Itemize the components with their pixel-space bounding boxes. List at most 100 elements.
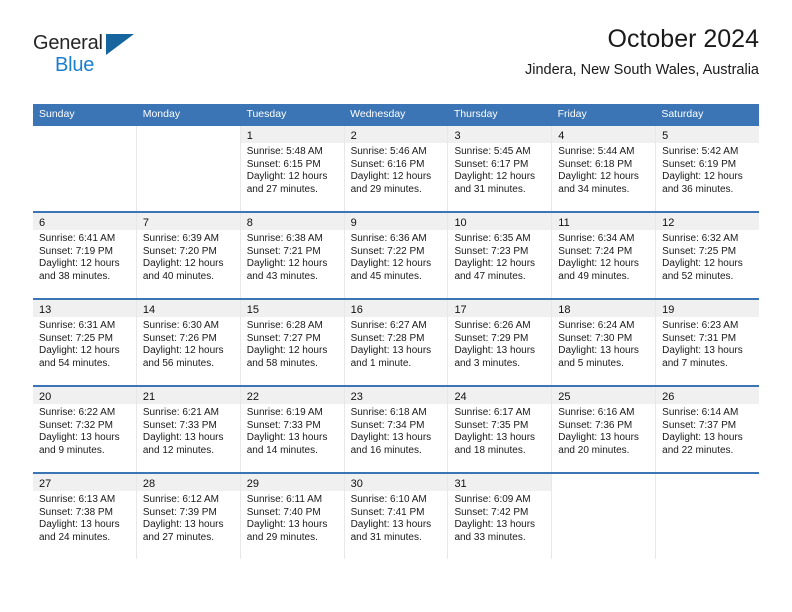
day-details: Sunrise: 6:12 AM Sunset: 7:39 PM Dayligh…	[137, 491, 240, 544]
day-cell[interactable]: 12 Sunrise: 6:32 AM Sunset: 7:25 PM Dayl…	[655, 213, 760, 298]
day-number: 1	[246, 130, 253, 142]
daylight-line-1: Daylight: 13 hours	[350, 519, 432, 531]
day-number: 3	[454, 130, 461, 142]
sunset-line: Sunset: 7:31 PM	[662, 332, 737, 344]
weekday-header-saturday: Saturday	[661, 108, 704, 120]
daylight-line-1: Daylight: 13 hours	[350, 345, 432, 357]
daylight-line-2: and 40 minutes.	[142, 270, 215, 282]
daylight-line-1: Daylight: 12 hours	[246, 258, 328, 270]
day-number: 12	[662, 217, 675, 229]
day-cell[interactable]: 3 Sunrise: 5:45 AM Sunset: 6:17 PM Dayli…	[447, 126, 552, 211]
day-cell[interactable]: 31 Sunrise: 6:09 AM Sunset: 7:42 PM Dayl…	[447, 474, 552, 559]
day-number: 7	[142, 217, 149, 229]
day-number: 5	[662, 130, 669, 142]
day-cell[interactable]: 17 Sunrise: 6:26 AM Sunset: 7:29 PM Dayl…	[447, 300, 552, 385]
day-number-band: 24	[448, 387, 552, 404]
day-details: Sunrise: 6:28 AM Sunset: 7:27 PM Dayligh…	[241, 317, 344, 370]
day-cell[interactable]: 11 Sunrise: 6:34 AM Sunset: 7:24 PM Dayl…	[551, 213, 656, 298]
sunrise-line: Sunrise: 6:28 AM	[246, 320, 323, 331]
sunset-line: Sunset: 7:37 PM	[662, 419, 737, 431]
day-cell[interactable]: 7 Sunrise: 6:39 AM Sunset: 7:20 PM Dayli…	[135, 213, 240, 298]
day-number: 13	[39, 304, 52, 316]
day-number: 31	[454, 478, 467, 490]
sunrise-line: Sunrise: 5:45 AM	[454, 146, 531, 157]
day-cell[interactable]	[33, 126, 136, 211]
sunset-line: Sunset: 7:30 PM	[558, 332, 633, 344]
day-cell[interactable]: 15 Sunrise: 6:28 AM Sunset: 7:27 PM Dayl…	[239, 300, 344, 385]
day-cell[interactable]: 22 Sunrise: 6:19 AM Sunset: 7:33 PM Dayl…	[239, 387, 344, 472]
sunrise-line: Sunrise: 6:32 AM	[662, 233, 739, 244]
day-number-band: 10	[448, 213, 552, 230]
daylight-line-2: and 38 minutes.	[39, 270, 111, 282]
daylight-line-1: Daylight: 12 hours	[350, 171, 432, 183]
day-cell[interactable]: 18 Sunrise: 6:24 AM Sunset: 7:30 PM Dayl…	[551, 300, 656, 385]
day-details: Sunrise: 6:16 AM Sunset: 7:36 PM Dayligh…	[552, 404, 655, 457]
triangle-icon	[106, 34, 134, 55]
day-details: Sunrise: 6:13 AM Sunset: 7:38 PM Dayligh…	[33, 491, 136, 544]
sunrise-line: Sunrise: 6:24 AM	[558, 320, 635, 331]
day-cell[interactable]: 20 Sunrise: 6:22 AM Sunset: 7:32 PM Dayl…	[33, 387, 136, 472]
day-details: Sunrise: 6:11 AM Sunset: 7:40 PM Dayligh…	[241, 491, 344, 544]
day-number-band	[137, 126, 240, 143]
day-number-band: 31	[448, 474, 552, 491]
day-cell[interactable]	[655, 474, 759, 559]
day-number: 30	[350, 478, 363, 490]
sunset-line: Sunset: 7:26 PM	[142, 332, 217, 344]
daylight-line-2: and 47 minutes.	[454, 270, 526, 282]
day-cell[interactable]: 25 Sunrise: 6:16 AM Sunset: 7:36 PM Dayl…	[551, 387, 656, 472]
day-cell[interactable]	[135, 126, 240, 211]
sunrise-line: Sunrise: 6:39 AM	[142, 233, 220, 244]
day-cell[interactable]: 10 Sunrise: 6:35 AM Sunset: 7:23 PM Dayl…	[447, 213, 552, 298]
sunrise-line: Sunrise: 5:42 AM	[662, 146, 739, 157]
day-cell[interactable]: 19 Sunrise: 6:23 AM Sunset: 7:31 PM Dayl…	[655, 300, 760, 385]
sunrise-line: Sunrise: 5:44 AM	[558, 146, 635, 157]
day-cell[interactable]: 28 Sunrise: 6:12 AM Sunset: 7:39 PM Dayl…	[135, 474, 240, 559]
day-cell[interactable]: 8 Sunrise: 6:38 AM Sunset: 7:21 PM Dayli…	[239, 213, 344, 298]
day-cell[interactable]	[551, 474, 655, 559]
daylight-line-2: and 3 minutes.	[454, 357, 521, 369]
day-cell[interactable]: 30 Sunrise: 6:10 AM Sunset: 7:41 PM Dayl…	[343, 474, 448, 559]
day-cell[interactable]: 14 Sunrise: 6:30 AM Sunset: 7:26 PM Dayl…	[135, 300, 240, 385]
day-cell[interactable]: 1 Sunrise: 5:48 AM Sunset: 6:15 PM Dayli…	[239, 126, 344, 211]
day-cell[interactable]: 26 Sunrise: 6:14 AM Sunset: 7:37 PM Dayl…	[655, 387, 760, 472]
daylight-line-2: and 29 minutes.	[350, 183, 422, 195]
sunset-line: Sunset: 7:19 PM	[39, 245, 113, 257]
daylight-line-1: Daylight: 13 hours	[246, 519, 328, 531]
day-number-band: 20	[33, 387, 136, 404]
sunrise-line: Sunrise: 6:10 AM	[350, 494, 427, 505]
day-number: 26	[662, 391, 675, 403]
day-number-band: 1	[240, 126, 344, 143]
day-cell[interactable]: 29 Sunrise: 6:11 AM Sunset: 7:40 PM Dayl…	[239, 474, 344, 559]
day-details: Sunrise: 6:22 AM Sunset: 7:32 PM Dayligh…	[33, 404, 136, 457]
day-cell[interactable]: 9 Sunrise: 6:36 AM Sunset: 7:22 PM Dayli…	[343, 213, 448, 298]
day-details: Sunrise: 6:39 AM Sunset: 7:20 PM Dayligh…	[137, 230, 240, 283]
day-number-band: 3	[448, 126, 552, 143]
day-cell[interactable]: 21 Sunrise: 6:21 AM Sunset: 7:33 PM Dayl…	[135, 387, 240, 472]
daylight-line-1: Daylight: 13 hours	[142, 519, 224, 531]
day-number-band: 5	[656, 126, 760, 143]
day-details	[656, 491, 759, 494]
weekday-header-monday: Monday	[142, 108, 181, 120]
daylight-line-2: and 33 minutes.	[454, 531, 526, 543]
day-cell[interactable]: 6 Sunrise: 6:41 AM Sunset: 7:19 PM Dayli…	[33, 213, 136, 298]
day-cell[interactable]: 5 Sunrise: 5:42 AM Sunset: 6:19 PM Dayli…	[655, 126, 760, 211]
day-cell[interactable]: 16 Sunrise: 6:27 AM Sunset: 7:28 PM Dayl…	[343, 300, 448, 385]
day-cell[interactable]: 13 Sunrise: 6:31 AM Sunset: 7:25 PM Dayl…	[33, 300, 136, 385]
brand-logo[interactable]: General Blue	[33, 32, 153, 84]
day-cell[interactable]: 2 Sunrise: 5:46 AM Sunset: 6:16 PM Dayli…	[343, 126, 448, 211]
daylight-line-1: Daylight: 12 hours	[142, 258, 224, 270]
sunrise-line: Sunrise: 6:09 AM	[454, 494, 531, 505]
day-number-band: 26	[656, 387, 760, 404]
brand-name-blue: Blue	[55, 54, 95, 76]
day-details: Sunrise: 6:38 AM Sunset: 7:21 PM Dayligh…	[241, 230, 344, 283]
daylight-line-2: and 12 minutes.	[142, 444, 215, 456]
day-number-band: 30	[344, 474, 448, 491]
day-cell[interactable]: 23 Sunrise: 6:18 AM Sunset: 7:34 PM Dayl…	[343, 387, 448, 472]
day-number-band: 8	[240, 213, 344, 230]
day-cell[interactable]: 24 Sunrise: 6:17 AM Sunset: 7:35 PM Dayl…	[447, 387, 552, 472]
day-cell[interactable]: 4 Sunrise: 5:44 AM Sunset: 6:18 PM Dayli…	[551, 126, 656, 211]
day-number-band: 9	[344, 213, 448, 230]
day-cell[interactable]: 27 Sunrise: 6:13 AM Sunset: 7:38 PM Dayl…	[33, 474, 136, 559]
day-details	[552, 491, 655, 494]
day-number: 27	[39, 478, 52, 490]
